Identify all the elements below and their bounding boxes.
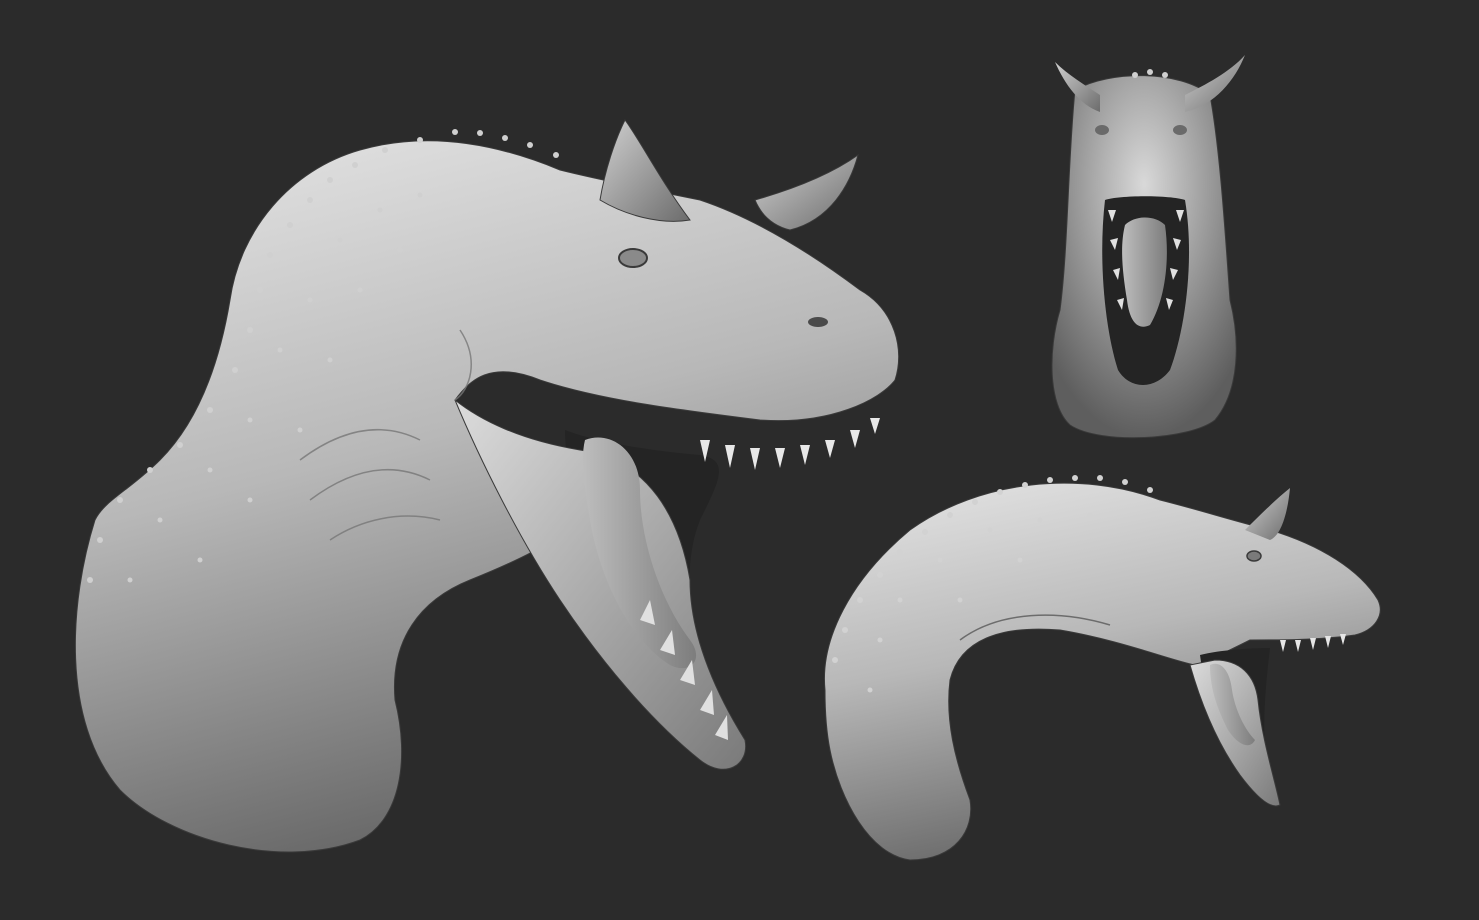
front-eye-left (1095, 125, 1109, 135)
front-view (1051, 55, 1245, 439)
front-horn-right (1185, 55, 1245, 112)
viewport-canvas (0, 0, 1479, 920)
side-horn-front (599, 119, 691, 222)
side-neck (74, 140, 900, 853)
tq-eye (1246, 550, 1262, 562)
three-quarter-view (823, 475, 1381, 861)
side-eye (618, 248, 648, 268)
tq-neck-body (823, 482, 1381, 861)
side-horn-back (754, 153, 859, 231)
side-view (74, 119, 900, 853)
front-eye-right (1173, 125, 1187, 135)
tq-horn (1245, 488, 1290, 540)
side-upper-teeth (700, 418, 880, 470)
sculpt-render (74, 55, 1381, 861)
side-nostril (808, 317, 828, 327)
